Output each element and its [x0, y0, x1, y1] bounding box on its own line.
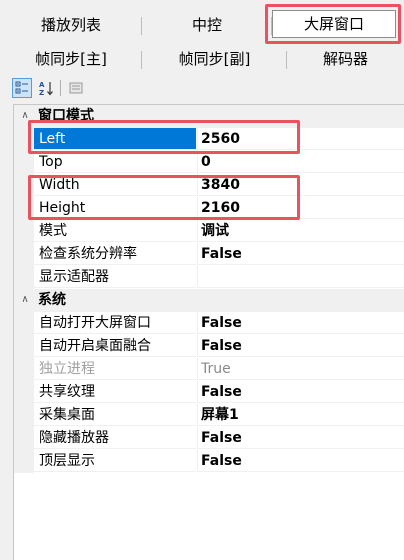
property-name: 自动打开大屏窗口 [34, 312, 196, 334]
property-name: 自动开启桌面融合 [34, 335, 196, 357]
property-row-topmost[interactable]: 顶层显示 False [14, 450, 404, 473]
property-name: 隐藏播放器 [34, 427, 196, 449]
alphabetical-sort-icon: A Z [39, 81, 53, 96]
property-name: 检查系统分辨率 [34, 243, 196, 265]
row-gutter [14, 381, 34, 404]
property-value[interactable]: False [197, 427, 404, 449]
tab-frame-sync-sub[interactable]: 帧同步[副] [142, 47, 287, 71]
property-row-check-resolution[interactable]: 检查系统分辨率 False [14, 243, 404, 266]
property-name: 共享纹理 [34, 381, 196, 403]
property-row-shared-texture[interactable]: 共享纹理 False [14, 381, 404, 404]
property-pages-button[interactable] [66, 78, 86, 98]
row-gutter [14, 151, 34, 174]
row-gutter [14, 335, 34, 358]
tab-frame-sync-main[interactable]: 帧同步[主] [0, 47, 142, 71]
property-row-hide-player[interactable]: 隐藏播放器 False [14, 427, 404, 450]
property-value[interactable]: False [197, 381, 404, 403]
collapse-chevron-icon[interactable]: ∧ [18, 291, 32, 309]
tab-decoder[interactable]: 解码器 [287, 47, 404, 71]
property-value[interactable]: False [197, 335, 404, 357]
row-gutter [14, 358, 34, 381]
row-gutter [14, 427, 34, 450]
property-value[interactable]: 屏幕1 [197, 404, 404, 426]
property-grid-toolbar: A Z [0, 74, 404, 102]
categorized-view-button[interactable] [12, 78, 32, 98]
property-name: 显示适配器 [34, 266, 196, 288]
property-row-auto-desktop-blend[interactable]: 自动开启桌面融合 False [14, 335, 404, 358]
row-gutter [14, 243, 34, 266]
tab-row-secondary: 帧同步[主] 帧同步[副] 解码器 [0, 47, 404, 71]
row-gutter [14, 220, 34, 243]
property-value[interactable] [197, 266, 404, 288]
property-row-display-adapter[interactable]: 显示适配器 [14, 266, 404, 289]
property-value[interactable]: False [197, 450, 404, 472]
property-value[interactable]: 0 [197, 151, 404, 173]
property-name: 顶层显示 [34, 450, 196, 472]
property-name: Top [34, 151, 196, 173]
property-row-top[interactable]: Top 0 [14, 151, 404, 174]
property-value[interactable]: False [197, 312, 404, 334]
property-name: 采集桌面 [34, 404, 196, 426]
category-label: 系统 [38, 292, 66, 308]
property-name: 独立进程 [34, 358, 196, 380]
row-gutter [14, 266, 34, 289]
svg-text:A: A [39, 81, 45, 89]
highlight-active-tab [265, 4, 401, 44]
svg-text:Z: Z [39, 89, 44, 96]
property-value: True [197, 358, 404, 380]
property-value[interactable]: 调试 [197, 220, 404, 242]
category-system[interactable]: ∧ 系统 [14, 289, 404, 312]
alphabetical-sort-button[interactable]: A Z [36, 78, 56, 98]
property-value[interactable]: False [197, 243, 404, 265]
property-row-separate-process[interactable]: 独立进程 True [14, 358, 404, 381]
tab-central-control[interactable]: 中控 [142, 13, 272, 37]
row-gutter [14, 450, 34, 473]
row-gutter [14, 404, 34, 427]
property-name: 模式 [34, 220, 196, 242]
property-pages-icon [69, 82, 83, 94]
tab-playlist[interactable]: 播放列表 [0, 13, 142, 37]
highlight-left-row [28, 120, 300, 154]
toolbar-separator [60, 80, 61, 96]
highlight-size-rows [28, 175, 300, 220]
categorized-view-icon [15, 81, 28, 94]
property-row-mode[interactable]: 模式 调试 [14, 220, 404, 243]
property-grid: ∧ 窗口模式 Left 2560 Top 0 Width 3840 Height… [13, 104, 404, 560]
property-row-capture-desktop[interactable]: 采集桌面 屏幕1 [14, 404, 404, 427]
row-gutter [14, 312, 34, 335]
property-row-auto-open-window[interactable]: 自动打开大屏窗口 False [14, 312, 404, 335]
